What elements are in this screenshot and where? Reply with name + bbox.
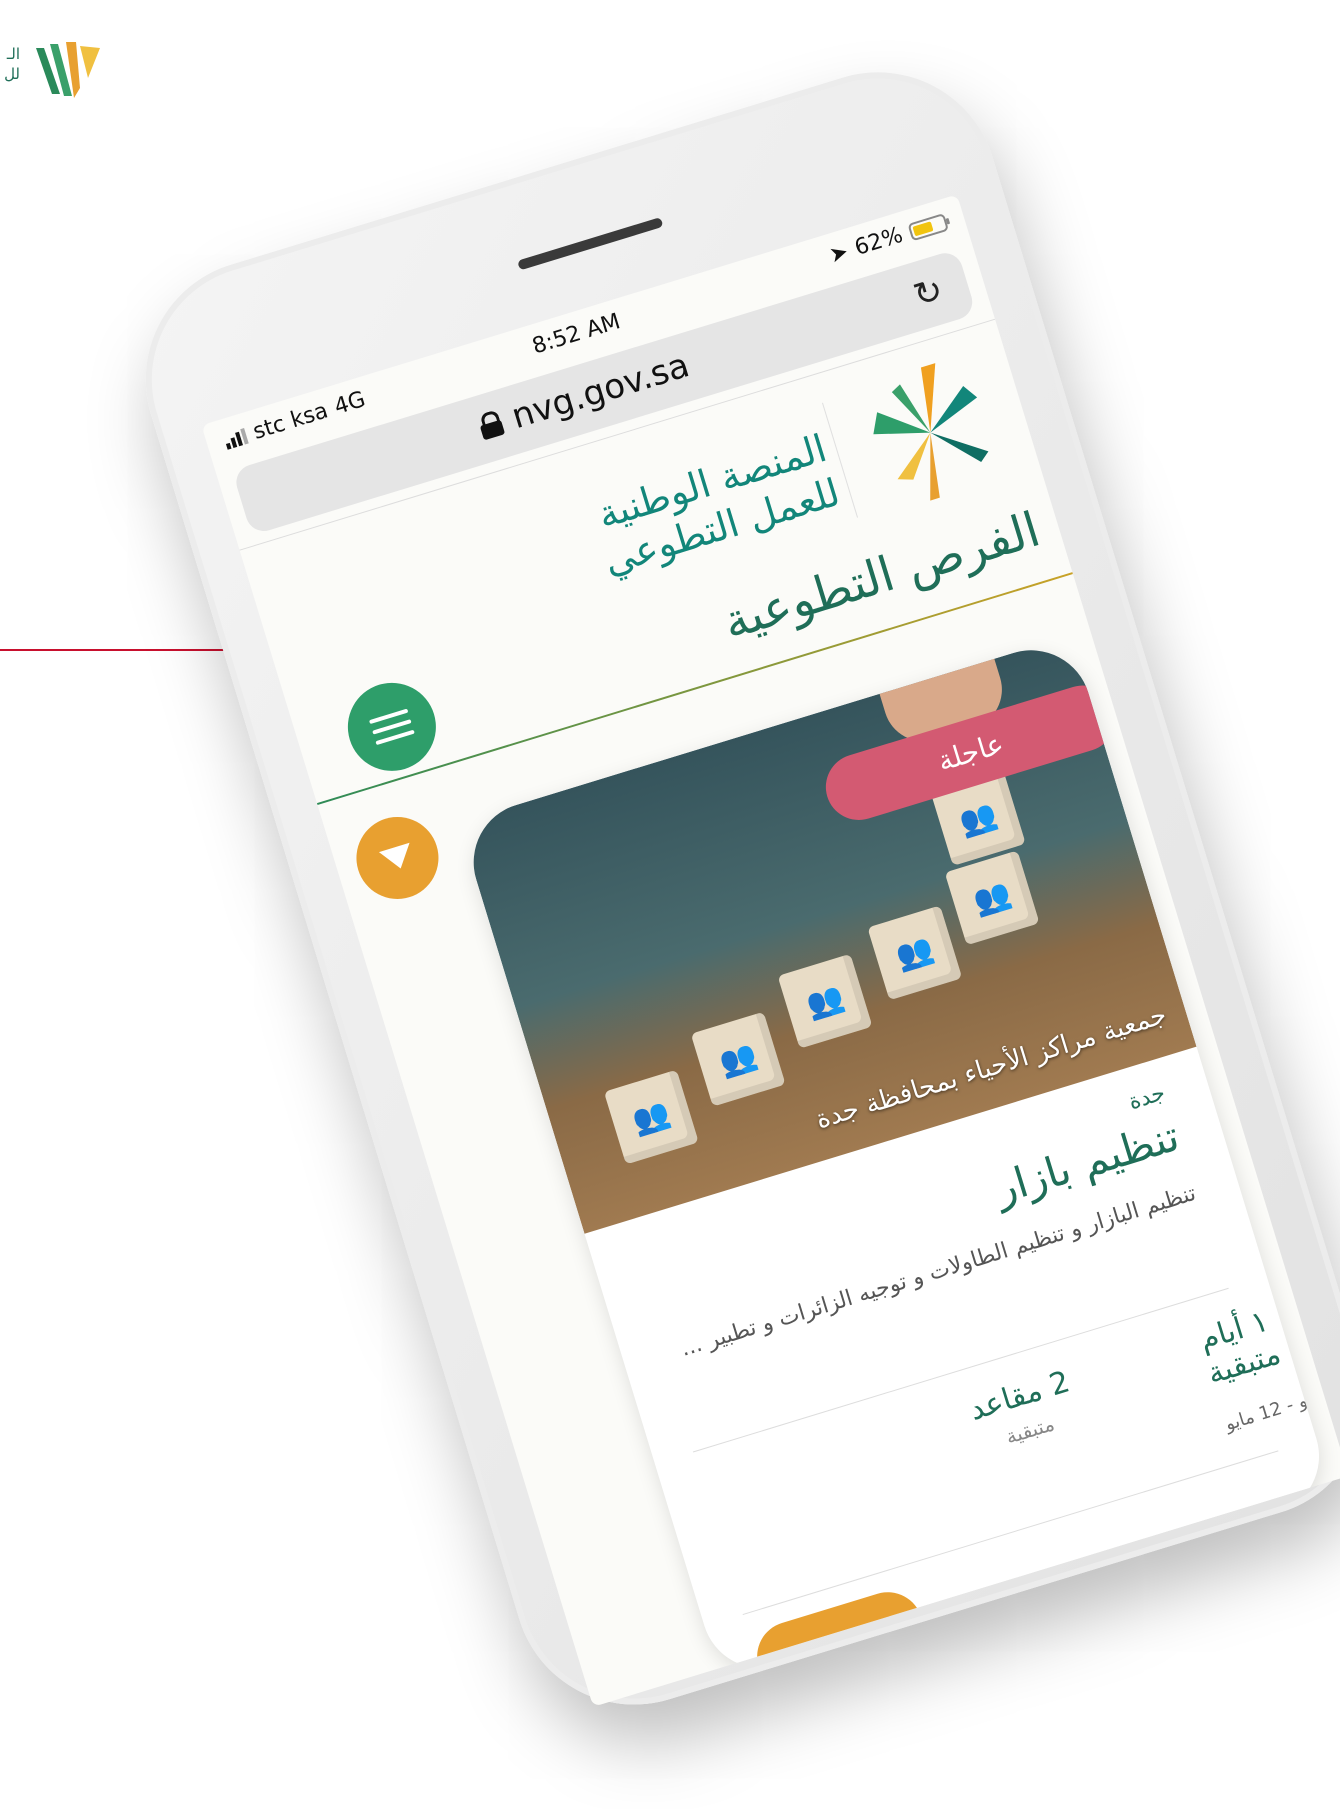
opportunity-card[interactable]: 👥 👥 👥 👥 👥 👥 عاجلة جمعية مراكز الأحياء بم…	[458, 635, 1334, 1684]
date-range: 1 مايو - 12 مايو	[1222, 1379, 1334, 1436]
phone-speaker	[517, 217, 664, 271]
corner-brand-logo: الـ لل	[0, 38, 110, 108]
reload-icon[interactable]: ↻	[909, 270, 948, 317]
card-divider-bottom	[742, 1450, 1279, 1616]
phone-frame: stc ksa 4G 8:52 AM ➤ 62% nvg.gov.sa ↻ ال…	[115, 42, 1340, 1735]
phone-stage: stc ksa 4G 8:52 AM ➤ 62% nvg.gov.sa ↻ ال…	[0, 0, 1340, 1735]
status-time: 8:52 AM	[529, 309, 624, 360]
blue-cube-icon: 👥	[777, 953, 873, 1049]
location-arrow-icon: ➤	[826, 239, 852, 269]
phone-screen: stc ksa 4G 8:52 AM ➤ 62% nvg.gov.sa ↻ ال…	[201, 194, 1340, 1707]
city-label: جدة	[1125, 1080, 1169, 1116]
lock-icon	[477, 409, 506, 440]
filter-button[interactable]	[346, 806, 449, 910]
view-button[interactable]: عرض	[748, 1583, 932, 1684]
battery-percent: 62%	[851, 222, 906, 261]
network-type: 4G	[331, 387, 369, 421]
battery-icon	[907, 212, 949, 241]
red-cube-icon: 👥	[690, 1011, 786, 1107]
opportunity-description: تنظيم البازار و تنظيم الطاولات و توجيه ا…	[677, 1180, 1199, 1362]
filter-icon	[378, 842, 416, 874]
ministry-star-logo-icon	[873, 363, 989, 501]
gray-cube-icon: 👥	[944, 850, 1040, 946]
corner-brand-text: الـ لل	[4, 45, 20, 83]
nvg-ribbon-logo-icon	[36, 42, 100, 98]
signal-icon	[223, 427, 249, 450]
menu-button[interactable]	[336, 671, 447, 782]
carrier-name: stc ksa	[250, 398, 332, 445]
yellow-cube-icon: 👥	[867, 905, 963, 1001]
seats-remaining-stat: 2 مقاعد متبقية	[965, 1364, 1082, 1456]
days-remaining-stat: ١ أيام متبقية	[1193, 1303, 1285, 1392]
